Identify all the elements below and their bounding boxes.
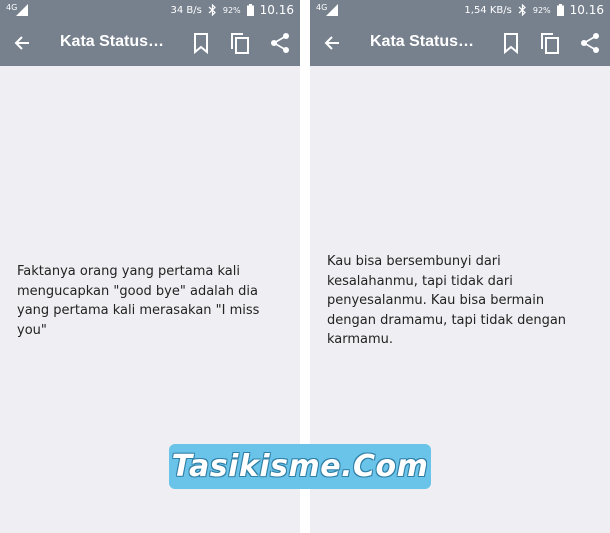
status-bar: 4G 1,54 KB/s 92% 10.16	[310, 0, 610, 20]
clock: 10.16	[259, 3, 294, 17]
page-title: Kata Status…	[60, 33, 165, 50]
bluetooth-icon	[518, 4, 526, 16]
battery-icon	[246, 4, 254, 16]
status-bar: 4G 34 B/s 92% 10.16	[0, 0, 300, 20]
battery-icon	[556, 4, 564, 16]
page-title: Kata Status…	[370, 33, 475, 50]
network-speed: 34 B/s	[170, 4, 202, 16]
network-speed: 1,54 KB/s	[464, 4, 512, 16]
back-arrow-icon[interactable]	[322, 33, 342, 53]
share-icon[interactable]	[579, 32, 601, 54]
app-bar: Kata Status…	[0, 20, 300, 66]
watermark-text: Tasikisme.Com	[171, 449, 429, 484]
share-icon[interactable]	[269, 32, 291, 54]
quote-text: Faktanya orang yang pertama kali menguca…	[17, 264, 260, 338]
bookmark-icon[interactable]	[501, 32, 521, 54]
bookmark-icon[interactable]	[191, 32, 211, 54]
clock: 10.16	[569, 3, 604, 17]
app-bar: Kata Status…	[310, 20, 610, 66]
signal-icon	[326, 4, 338, 16]
back-arrow-icon[interactable]	[12, 33, 32, 53]
watermark-banner: Tasikisme.Com	[169, 444, 431, 489]
quote-text: Kau bisa bersembunyi dari kesalahanmu, t…	[327, 254, 567, 347]
copy-icon[interactable]	[539, 32, 561, 54]
bluetooth-icon	[208, 4, 216, 16]
copy-icon[interactable]	[229, 32, 251, 54]
signal-icon	[16, 4, 28, 16]
battery-percent: 92%	[532, 5, 551, 15]
battery-percent: 92%	[222, 5, 241, 15]
